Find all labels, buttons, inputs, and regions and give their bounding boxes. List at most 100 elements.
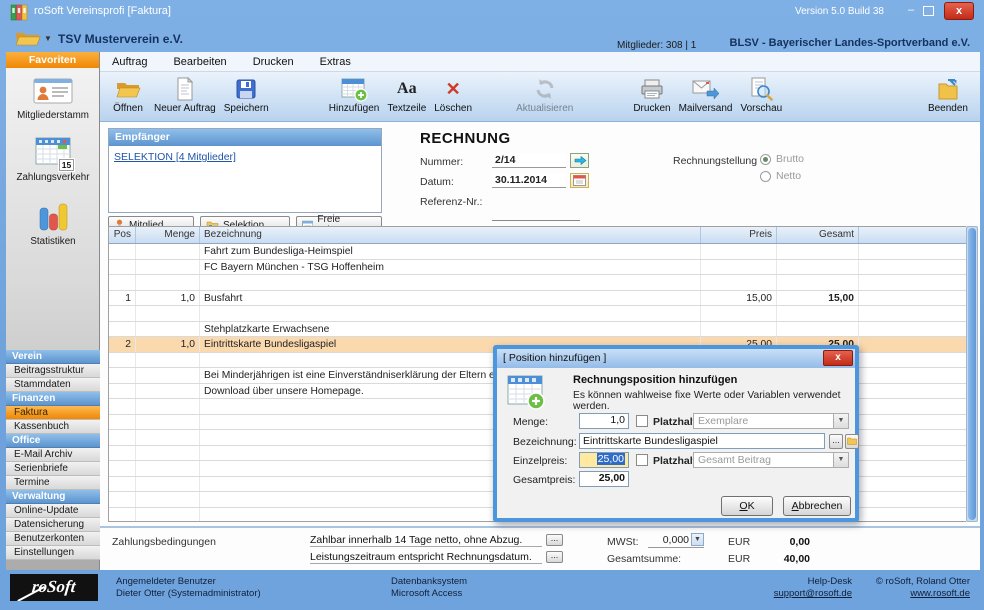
close-button[interactable]: x [944,2,974,20]
club-folder-icon[interactable] [14,29,41,47]
cell-menge [136,353,200,368]
menu-auftrag[interactable]: Auftrag [112,56,147,68]
window-title: roSoft Vereinsprofi [Faktura] [34,5,171,17]
sidebar-item-zahlungsverkehr[interactable]: 15 Zahlungsverkehr [6,136,100,183]
table-row[interactable]: 1 1,0 Busfahrt 15,00 15,00 [109,291,966,307]
open-button[interactable]: Öffnen [106,75,150,115]
cell-pos [109,244,136,259]
refresh-button: Aktualisieren [512,75,577,115]
add-position-button[interactable]: Hinzufügen [325,75,384,115]
netto-radio[interactable] [760,171,771,182]
club-dropdown-caret[interactable]: ▼ [44,34,52,43]
db-value: Microsoft Access [391,588,467,600]
sidebar-nav: Verein Beitragsstruktur Stammdaten Finan… [6,350,100,560]
support-email-link[interactable]: support@rosoft.de [774,588,852,600]
vat-dropdown[interactable]: 0,000 ▼ [648,533,704,548]
sidebar-item-online-update[interactable]: Online-Update [6,504,100,518]
menu-drucken[interactable]: Drucken [253,56,294,68]
payment-line2-browse-button[interactable]: ... [546,551,563,563]
payment-line1-input[interactable] [310,533,542,547]
new-order-label: Neuer Auftrag [154,103,216,114]
nav-section-finanzen: Finanzen [6,392,100,406]
totals-panel: Zahlungsbedingungen ... ... MWSt: 0,000 … [100,526,980,570]
website-link[interactable]: www.rosoft.de [876,588,970,600]
textline-label: Textzeile [387,103,426,114]
col-header-menge[interactable]: Menge [136,227,200,243]
menu-extras[interactable]: Extras [320,56,351,68]
sidebar-item-statistiken[interactable]: Statistiken [6,200,100,247]
folder-open-icon [115,76,141,102]
title-bar: roSoft Vereinsprofi [Faktura] Version 5.… [0,0,984,26]
reference-field[interactable] [492,208,580,221]
open-label: Öffnen [113,103,143,114]
sidebar-item-serienbriefe[interactable]: Serienbriefe [6,462,100,476]
desc-folder-button[interactable] [845,434,859,449]
invoice-number-field[interactable]: 2/14 [492,153,566,168]
dialog-title-bar[interactable]: [ Position hinzufügen ] x [497,349,855,368]
textline-button[interactable]: Aa Textzeile [383,75,430,115]
next-number-button[interactable] [570,153,589,168]
chevron-down-icon[interactable]: ▼ [833,453,848,467]
cell-extra [859,260,966,275]
sidebar-item-email-archiv[interactable]: E-Mail Archiv [6,448,100,462]
total-price-input[interactable]: 25,00 [579,471,629,487]
vat-value: 0,000 [648,533,691,547]
preview-button[interactable]: Vorschau [737,75,787,115]
date-picker-button[interactable] [570,173,589,188]
cell-bezeichnung: FC Bayern München - TSG Hoffenheim [200,260,701,275]
mail-label: Mailversand [679,103,733,114]
selection-link[interactable]: SELEKTION [4 Mitglieder] [114,151,236,163]
col-header-pos[interactable]: Pos [109,227,136,243]
table-row[interactable] [109,306,966,322]
price-input[interactable]: 25,00 [579,452,629,468]
sidebar-item-termine[interactable]: Termine [6,476,100,490]
brutto-radio[interactable] [760,154,771,165]
cell-bezeichnung [200,306,701,321]
chevron-down-icon[interactable]: ▼ [833,414,848,428]
desc-browse-button[interactable]: ... [829,434,843,449]
desc-input[interactable]: Eintrittskarte Bundesligaspiel [579,433,825,449]
sidebar-item-einstellungen[interactable]: Einstellungen [6,546,100,560]
qty-placeholder-checkbox[interactable] [636,415,648,427]
sidebar-item-kassenbuch[interactable]: Kassenbuch [6,420,100,434]
sidebar-item-mitgliederstamm[interactable]: Mitgliederstamm [6,76,100,121]
maximize-button[interactable] [923,6,934,16]
table-row[interactable]: Fahrt zum Bundesliga-Heimspiel [109,244,966,260]
col-header-gesamt[interactable]: Gesamt [777,227,859,243]
new-order-button[interactable]: Neuer Auftrag [150,75,220,115]
payment-line1-browse-button[interactable]: ... [546,534,563,546]
cancel-button[interactable]: Abbrechen [783,496,851,516]
table-row[interactable]: Stehplatzkarte Erwachsene [109,322,966,338]
payment-line2-input[interactable] [310,550,542,564]
table-row[interactable] [109,275,966,291]
sidebar-item-beitragsstruktur[interactable]: Beitragsstruktur [6,364,100,378]
qty-input[interactable]: 1,0 [579,413,629,429]
cell-extra [859,244,966,259]
col-header-bezeichnung[interactable]: Bezeichnung [200,227,701,243]
exit-button[interactable]: Beenden [924,75,972,115]
calendar-add-icon [340,76,368,102]
cell-menge [136,306,200,321]
invoice-date-field[interactable]: 30.11.2014 [492,173,566,188]
price-placeholder-dropdown[interactable]: Gesamt Beitrag ▼ [693,452,849,468]
minimize-button[interactable]: – [903,4,919,16]
qty-placeholder-dropdown[interactable]: Exemplare ▼ [693,413,849,429]
cell-pos [109,353,136,368]
price-placeholder-checkbox[interactable] [636,454,648,466]
scrollbar-thumb[interactable] [968,228,976,520]
sidebar-item-benutzerkonten[interactable]: Benutzerkonten [6,532,100,546]
ok-button[interactable]: OK [721,496,773,516]
sidebar-item-datensicherung[interactable]: Datensicherung [6,518,100,532]
print-button[interactable]: Drucken [629,75,674,115]
sidebar-item-stammdaten[interactable]: Stammdaten [6,378,100,392]
sidebar-item-faktura[interactable]: Faktura [6,406,100,420]
delete-button[interactable]: ✕ Löschen [430,75,476,115]
mail-send-button[interactable]: Mailversand [675,75,737,115]
save-button[interactable]: Speichern [220,75,273,115]
table-scrollbar[interactable] [966,226,978,522]
menu-bearbeiten[interactable]: Bearbeiten [173,56,226,68]
col-header-preis[interactable]: Preis [701,227,777,243]
dialog-close-button[interactable]: x [823,350,853,366]
chevron-down-icon[interactable]: ▼ [691,533,704,546]
table-row[interactable]: FC Bayern München - TSG Hoffenheim [109,260,966,276]
